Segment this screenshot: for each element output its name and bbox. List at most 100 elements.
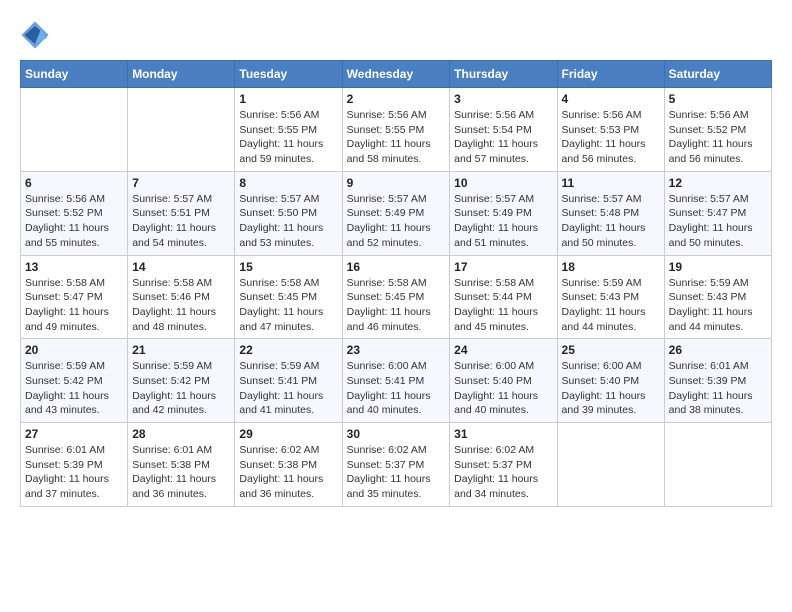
sunrise-text: Sunrise: 5:56 AM bbox=[454, 109, 534, 121]
day-number: 27 bbox=[25, 427, 123, 441]
sunrise-text: Sunrise: 5:57 AM bbox=[669, 193, 749, 205]
daylight-text: Daylight: 11 hours and 52 minutes. bbox=[347, 222, 431, 249]
day-info: Sunrise: 5:57 AM Sunset: 5:50 PM Dayligh… bbox=[239, 192, 337, 251]
sunset-text: Sunset: 5:41 PM bbox=[347, 375, 425, 387]
sunrise-text: Sunrise: 5:58 AM bbox=[347, 277, 427, 289]
day-number: 21 bbox=[132, 343, 230, 357]
sunset-text: Sunset: 5:43 PM bbox=[669, 291, 747, 303]
calendar-cell: 5 Sunrise: 5:56 AM Sunset: 5:52 PM Dayli… bbox=[664, 88, 771, 172]
calendar-cell: 17 Sunrise: 5:58 AM Sunset: 5:44 PM Dayl… bbox=[450, 255, 557, 339]
day-number: 12 bbox=[669, 176, 767, 190]
daylight-text: Daylight: 11 hours and 37 minutes. bbox=[25, 473, 109, 500]
calendar-cell: 25 Sunrise: 6:00 AM Sunset: 5:40 PM Dayl… bbox=[557, 339, 664, 423]
day-number: 20 bbox=[25, 343, 123, 357]
daylight-text: Daylight: 11 hours and 40 minutes. bbox=[347, 390, 431, 417]
day-info: Sunrise: 5:56 AM Sunset: 5:54 PM Dayligh… bbox=[454, 108, 552, 167]
sunset-text: Sunset: 5:40 PM bbox=[454, 375, 532, 387]
sunrise-text: Sunrise: 5:59 AM bbox=[239, 360, 319, 372]
sunset-text: Sunset: 5:51 PM bbox=[132, 207, 210, 219]
sunset-text: Sunset: 5:40 PM bbox=[562, 375, 640, 387]
daylight-text: Daylight: 11 hours and 56 minutes. bbox=[669, 138, 753, 165]
calendar-cell: 12 Sunrise: 5:57 AM Sunset: 5:47 PM Dayl… bbox=[664, 171, 771, 255]
day-info: Sunrise: 5:56 AM Sunset: 5:52 PM Dayligh… bbox=[25, 192, 123, 251]
sunrise-text: Sunrise: 6:00 AM bbox=[347, 360, 427, 372]
weekday-header: Sunday bbox=[21, 61, 128, 88]
daylight-text: Daylight: 11 hours and 44 minutes. bbox=[669, 306, 753, 333]
calendar-cell: 16 Sunrise: 5:58 AM Sunset: 5:45 PM Dayl… bbox=[342, 255, 450, 339]
sunrise-text: Sunrise: 5:59 AM bbox=[669, 277, 749, 289]
calendar-cell: 4 Sunrise: 5:56 AM Sunset: 5:53 PM Dayli… bbox=[557, 88, 664, 172]
sunset-text: Sunset: 5:45 PM bbox=[239, 291, 317, 303]
day-number: 1 bbox=[239, 92, 337, 106]
calendar-cell: 27 Sunrise: 6:01 AM Sunset: 5:39 PM Dayl… bbox=[21, 423, 128, 507]
sunset-text: Sunset: 5:52 PM bbox=[25, 207, 103, 219]
sunset-text: Sunset: 5:42 PM bbox=[25, 375, 103, 387]
calendar-cell: 8 Sunrise: 5:57 AM Sunset: 5:50 PM Dayli… bbox=[235, 171, 342, 255]
calendar-cell: 6 Sunrise: 5:56 AM Sunset: 5:52 PM Dayli… bbox=[21, 171, 128, 255]
day-info: Sunrise: 5:58 AM Sunset: 5:44 PM Dayligh… bbox=[454, 276, 552, 335]
day-number: 10 bbox=[454, 176, 552, 190]
day-number: 24 bbox=[454, 343, 552, 357]
sunset-text: Sunset: 5:53 PM bbox=[562, 124, 640, 136]
day-number: 8 bbox=[239, 176, 337, 190]
sunset-text: Sunset: 5:41 PM bbox=[239, 375, 317, 387]
daylight-text: Daylight: 11 hours and 39 minutes. bbox=[562, 390, 646, 417]
calendar-cell bbox=[128, 88, 235, 172]
day-info: Sunrise: 5:57 AM Sunset: 5:49 PM Dayligh… bbox=[347, 192, 446, 251]
sunrise-text: Sunrise: 5:56 AM bbox=[562, 109, 642, 121]
sunset-text: Sunset: 5:39 PM bbox=[25, 459, 103, 471]
sunset-text: Sunset: 5:55 PM bbox=[239, 124, 317, 136]
day-info: Sunrise: 5:56 AM Sunset: 5:55 PM Dayligh… bbox=[239, 108, 337, 167]
day-info: Sunrise: 5:56 AM Sunset: 5:53 PM Dayligh… bbox=[562, 108, 660, 167]
day-info: Sunrise: 5:59 AM Sunset: 5:42 PM Dayligh… bbox=[25, 359, 123, 418]
day-number: 2 bbox=[347, 92, 446, 106]
calendar-cell: 14 Sunrise: 5:58 AM Sunset: 5:46 PM Dayl… bbox=[128, 255, 235, 339]
sunrise-text: Sunrise: 6:01 AM bbox=[132, 444, 212, 456]
day-info: Sunrise: 6:00 AM Sunset: 5:40 PM Dayligh… bbox=[562, 359, 660, 418]
sunset-text: Sunset: 5:44 PM bbox=[454, 291, 532, 303]
weekday-header: Monday bbox=[128, 61, 235, 88]
calendar-cell: 31 Sunrise: 6:02 AM Sunset: 5:37 PM Dayl… bbox=[450, 423, 557, 507]
calendar-cell: 22 Sunrise: 5:59 AM Sunset: 5:41 PM Dayl… bbox=[235, 339, 342, 423]
day-number: 17 bbox=[454, 260, 552, 274]
sunset-text: Sunset: 5:43 PM bbox=[562, 291, 640, 303]
sunset-text: Sunset: 5:49 PM bbox=[454, 207, 532, 219]
day-info: Sunrise: 6:01 AM Sunset: 5:39 PM Dayligh… bbox=[669, 359, 767, 418]
sunrise-text: Sunrise: 5:58 AM bbox=[25, 277, 105, 289]
daylight-text: Daylight: 11 hours and 50 minutes. bbox=[562, 222, 646, 249]
day-number: 19 bbox=[669, 260, 767, 274]
weekday-header: Tuesday bbox=[235, 61, 342, 88]
sunrise-text: Sunrise: 5:57 AM bbox=[454, 193, 534, 205]
daylight-text: Daylight: 11 hours and 36 minutes. bbox=[132, 473, 216, 500]
day-info: Sunrise: 5:57 AM Sunset: 5:48 PM Dayligh… bbox=[562, 192, 660, 251]
day-number: 26 bbox=[669, 343, 767, 357]
daylight-text: Daylight: 11 hours and 56 minutes. bbox=[562, 138, 646, 165]
calendar-cell: 15 Sunrise: 5:58 AM Sunset: 5:45 PM Dayl… bbox=[235, 255, 342, 339]
day-number: 9 bbox=[347, 176, 446, 190]
sunrise-text: Sunrise: 6:02 AM bbox=[239, 444, 319, 456]
day-info: Sunrise: 5:57 AM Sunset: 5:49 PM Dayligh… bbox=[454, 192, 552, 251]
sunrise-text: Sunrise: 5:57 AM bbox=[347, 193, 427, 205]
day-number: 22 bbox=[239, 343, 337, 357]
sunset-text: Sunset: 5:37 PM bbox=[454, 459, 532, 471]
daylight-text: Daylight: 11 hours and 58 minutes. bbox=[347, 138, 431, 165]
sunset-text: Sunset: 5:38 PM bbox=[239, 459, 317, 471]
day-info: Sunrise: 6:01 AM Sunset: 5:39 PM Dayligh… bbox=[25, 443, 123, 502]
daylight-text: Daylight: 11 hours and 41 minutes. bbox=[239, 390, 323, 417]
day-info: Sunrise: 6:01 AM Sunset: 5:38 PM Dayligh… bbox=[132, 443, 230, 502]
daylight-text: Daylight: 11 hours and 55 minutes. bbox=[25, 222, 109, 249]
calendar-week-row: 27 Sunrise: 6:01 AM Sunset: 5:39 PM Dayl… bbox=[21, 423, 772, 507]
day-info: Sunrise: 5:59 AM Sunset: 5:41 PM Dayligh… bbox=[239, 359, 337, 418]
calendar-cell: 26 Sunrise: 6:01 AM Sunset: 5:39 PM Dayl… bbox=[664, 339, 771, 423]
daylight-text: Daylight: 11 hours and 51 minutes. bbox=[454, 222, 538, 249]
calendar-cell: 18 Sunrise: 5:59 AM Sunset: 5:43 PM Dayl… bbox=[557, 255, 664, 339]
day-number: 5 bbox=[669, 92, 767, 106]
calendar-cell: 1 Sunrise: 5:56 AM Sunset: 5:55 PM Dayli… bbox=[235, 88, 342, 172]
day-number: 11 bbox=[562, 176, 660, 190]
calendar-cell: 2 Sunrise: 5:56 AM Sunset: 5:55 PM Dayli… bbox=[342, 88, 450, 172]
sunrise-text: Sunrise: 6:00 AM bbox=[454, 360, 534, 372]
calendar-cell: 21 Sunrise: 5:59 AM Sunset: 5:42 PM Dayl… bbox=[128, 339, 235, 423]
day-number: 23 bbox=[347, 343, 446, 357]
day-info: Sunrise: 6:00 AM Sunset: 5:41 PM Dayligh… bbox=[347, 359, 446, 418]
day-info: Sunrise: 5:56 AM Sunset: 5:55 PM Dayligh… bbox=[347, 108, 446, 167]
